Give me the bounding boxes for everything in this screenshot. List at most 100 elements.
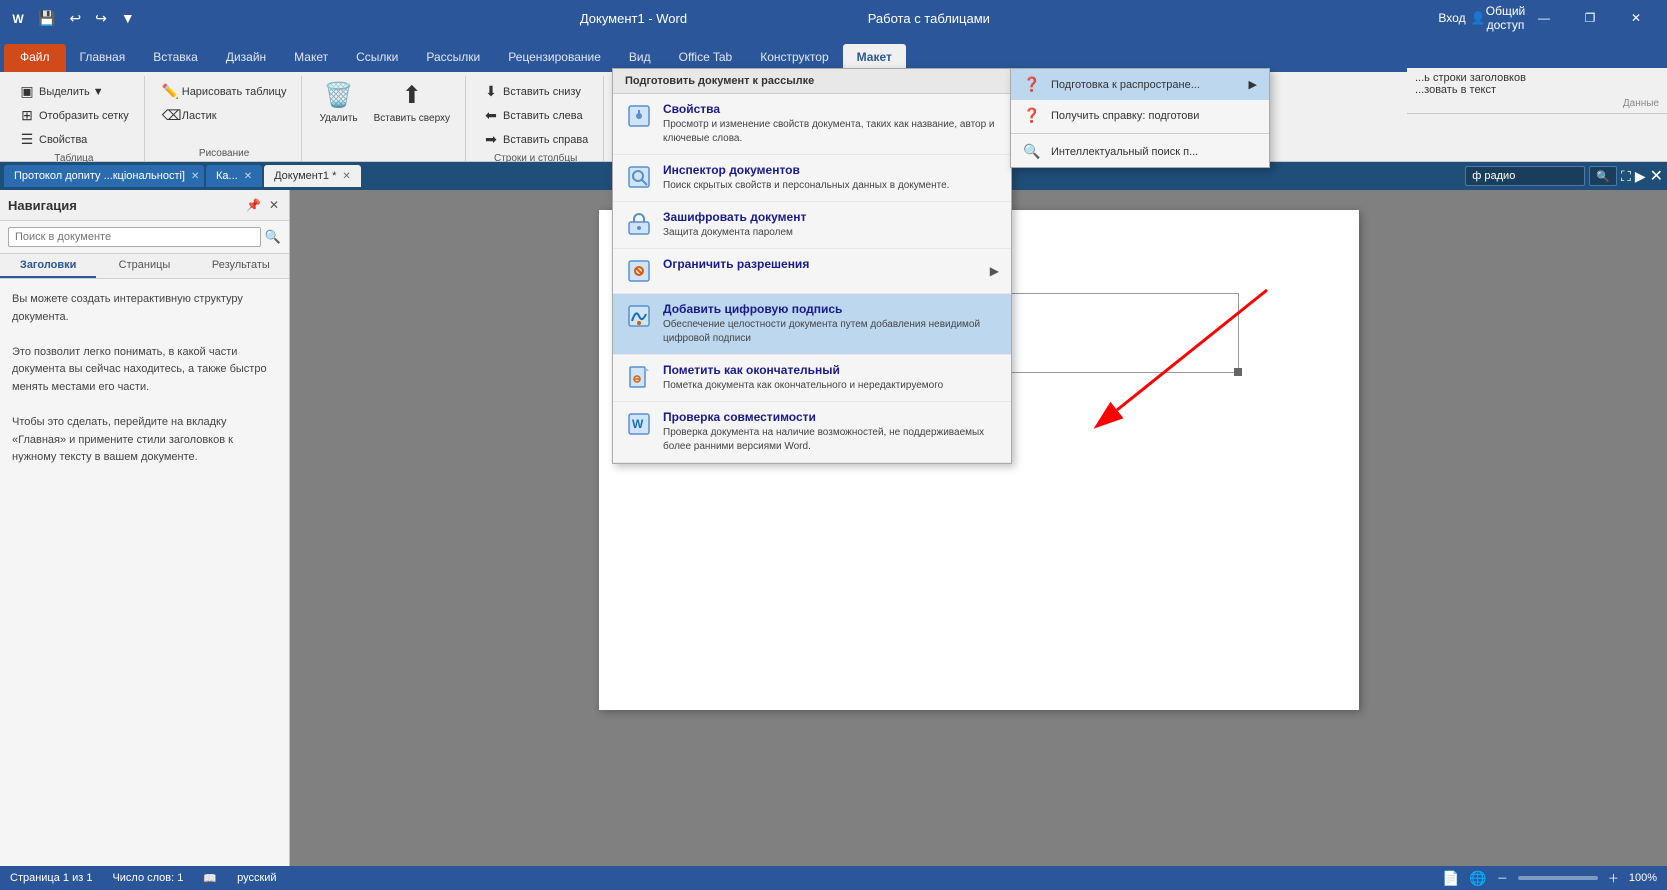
doc-tab-1[interactable]: Протокол допиту ...кціональності] ✕ (4, 165, 204, 187)
rowcol-btns: 🗑️ Удалить ⬆ Вставить сверху (312, 76, 457, 157)
insert-btns: ⬇ Вставить снизу ⬅ Вставить слева ➡ Вста… (476, 76, 595, 151)
properties-btn[interactable]: ☰ Свойства (12, 128, 136, 151)
active-doc-tab[interactable]: Документ1 * ✕ (264, 165, 361, 187)
save-quick-btn[interactable]: 💾 (32, 6, 61, 31)
select-icon: ▣ (19, 83, 35, 100)
language: русский (237, 872, 276, 884)
tab-design[interactable]: Дизайн (212, 44, 280, 72)
ribbon-group-draw: ✏️ Нарисовать таблицу ⌫ Ластик Рисование (147, 76, 303, 161)
insert-above-btn[interactable]: ⬆ Вставить сверху (367, 76, 457, 129)
doc-tab-2[interactable]: Ка... ✕ (206, 165, 262, 187)
nav-tab-results[interactable]: Результаты (193, 254, 289, 278)
ribbon-tabs: Файл Главная Вставка Дизайн Макет Ссылки… (0, 36, 1667, 72)
nav-search-submit[interactable]: 🔍 (265, 229, 281, 245)
nav-pin-btn[interactable]: 📌 (244, 196, 263, 214)
maximize-tab-btn[interactable]: ⛶ (1621, 168, 1631, 185)
tab-home[interactable]: Главная (66, 44, 140, 72)
redo-btn[interactable]: ↪ (89, 6, 113, 31)
close-tab-2[interactable]: ✕ (244, 171, 252, 182)
window-controls: Вход 👤 Общий доступ — ❐ ✕ (1429, 0, 1659, 36)
insert-right-btn[interactable]: ➡ Вставить справа (476, 128, 595, 151)
text-cursor (659, 250, 661, 270)
page-count: Страница 1 из 1 (10, 872, 92, 884)
signin-btn[interactable]: Вход (1429, 0, 1475, 36)
insert-left-btn[interactable]: ⬅ Вставить слева (476, 104, 595, 127)
nav-pane-header: Навигация 📌 ✕ (0, 190, 289, 221)
tab-layout[interactable]: Макет (280, 44, 342, 72)
close-active-tab[interactable]: ✕ (342, 171, 350, 182)
tab-review[interactable]: Рецензирование (494, 44, 615, 72)
tab-search-btn[interactable]: 🔍 (1589, 166, 1617, 186)
tab-constructor[interactable]: Конструктор (746, 44, 842, 72)
insert-col: ⬇ Вставить снизу ⬅ Вставить слева ➡ Вста… (476, 76, 595, 151)
undo-btn[interactable]: ↩ (63, 6, 87, 31)
draw-btns: ✏️ Нарисовать таблицу ⌫ Ластик (155, 76, 294, 146)
eraser-btn[interactable]: ⌫ Ластик (155, 104, 294, 127)
tab-mailings[interactable]: Рассылки (412, 44, 494, 72)
zoom-out-btn[interactable]: － (1497, 870, 1508, 886)
insert-left-icon: ⬅ (483, 107, 499, 124)
gridlines-btn[interactable]: ⊞ Отобразить сетку (12, 104, 136, 127)
layout-web-btn[interactable]: 🌐 (1469, 870, 1486, 887)
close-tab-area-btn[interactable]: ✕ (1650, 166, 1663, 186)
tab-references[interactable]: Ссылки (342, 44, 412, 72)
tab-layout2[interactable]: Макет (843, 44, 906, 72)
draw-table-btn[interactable]: ✏️ Нарисовать таблицу (155, 80, 294, 103)
add-row-btn[interactable]: + (640, 334, 656, 350)
tab-bar: Протокол допиту ...кціональності] ✕ Ка..… (0, 162, 1667, 190)
word-icon: W (8, 8, 28, 28)
zoom-in-btn[interactable]: ＋ (1608, 870, 1619, 886)
pencil-icon: ✏️ (162, 83, 178, 100)
delete-btn[interactable]: 🗑️ Удалить (312, 76, 364, 129)
nav-title: Навигация (8, 198, 77, 213)
navigation-pane: Навигация 📌 ✕ 🔍 Заголовки Страницы Резул… (0, 190, 290, 866)
tab-file[interactable]: Файл (4, 44, 66, 72)
share-btn[interactable]: 👤 Общий доступ (1475, 0, 1521, 36)
nav-tab-headings[interactable]: Заголовки (0, 254, 96, 278)
insert-above-icon: ⬆ (402, 81, 422, 110)
ribbon-group-more: OB | Pa | Pa (606, 76, 1663, 161)
expand-tab-btn[interactable]: ▶ (1635, 168, 1646, 185)
tab-search-input[interactable] (1465, 166, 1585, 186)
select-btn[interactable]: ▣ Выделить ▼ (12, 80, 136, 103)
restore-btn[interactable]: ❐ (1567, 0, 1613, 36)
ribbon-group-rowcol: 🗑️ Удалить ⬆ Вставить сверху (304, 76, 466, 161)
delete-icon: 🗑️ (324, 81, 354, 110)
table-placeholder: + (659, 293, 1239, 373)
tab-insert[interactable]: Вставка (139, 44, 212, 72)
document-area: + (290, 190, 1667, 866)
close-tab-1[interactable]: ✕ (191, 171, 199, 182)
gridlines-icon: ⊞ (19, 107, 35, 124)
nav-close-btn[interactable]: ✕ (267, 196, 281, 214)
nav-tab-pages[interactable]: Страницы (96, 254, 192, 278)
insert-right-icon: ➡ (483, 131, 499, 148)
insert-group-label: Строки и столбцы (494, 151, 577, 164)
ribbon-group-insert: ⬇ Вставить снизу ⬅ Вставить слева ➡ Вста… (468, 76, 604, 161)
title-text: Документ1 - Word Работа с таблицами (141, 11, 1429, 26)
nav-search-input[interactable] (8, 227, 261, 247)
main-area: Навигация 📌 ✕ 🔍 Заголовки Страницы Резул… (0, 190, 1667, 866)
table-col: ▣ Выделить ▼ ⊞ Отобразить сетку ☰ Свойст… (12, 76, 136, 151)
minimize-btn[interactable]: — (1521, 0, 1567, 36)
status-bar-right: 📄 🌐 － ＋ 100% (1442, 870, 1657, 887)
insert-below-btn[interactable]: ⬇ Вставить снизу (476, 80, 595, 103)
tab-officetab[interactable]: Office Tab (665, 44, 747, 72)
table-group-label: Таблица (54, 151, 93, 164)
eraser-icon: ⌫ (162, 107, 178, 124)
table-resize-handle[interactable] (1234, 368, 1242, 376)
word-count: Число слов: 1 (112, 872, 183, 884)
zoom-level: 100% (1629, 872, 1657, 884)
ribbon: ▣ Выделить ▼ ⊞ Отобразить сетку ☰ Свойст… (0, 72, 1667, 162)
title-bar: W 💾 ↩ ↪ ▼ Документ1 - Word Работа с табл… (0, 0, 1667, 36)
properties-icon: ☰ (19, 131, 35, 148)
customize-qa-btn[interactable]: ▼ (115, 6, 141, 30)
tab-view[interactable]: Вид (615, 44, 665, 72)
status-bar: Страница 1 из 1 Число слов: 1 📖 русский … (0, 866, 1667, 890)
zoom-slider[interactable] (1518, 876, 1598, 880)
nav-pane-controls: 📌 ✕ (244, 196, 281, 214)
svg-text:W: W (12, 12, 24, 26)
layout-print-btn[interactable]: 📄 (1442, 870, 1459, 887)
spelling-icon: 📖 (203, 872, 217, 885)
close-btn[interactable]: ✕ (1613, 0, 1659, 36)
title-bar-left: W 💾 ↩ ↪ ▼ (8, 6, 141, 31)
